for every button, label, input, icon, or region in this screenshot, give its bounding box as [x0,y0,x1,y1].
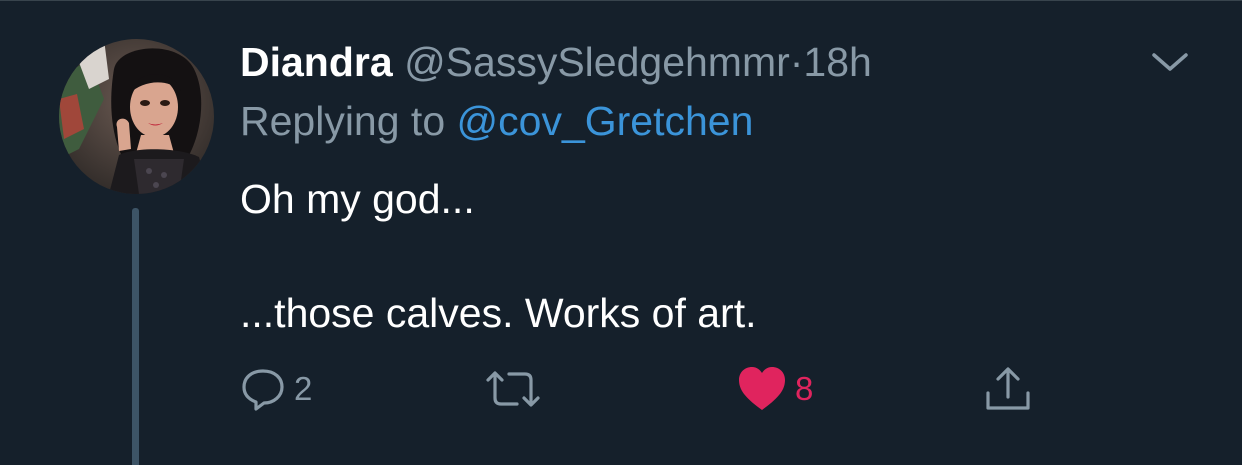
author-name[interactable]: Diandra [240,39,393,85]
tweet-header: Diandra @SassySledgehmmr·18h [240,37,872,87]
chevron-down-icon [1152,53,1188,71]
replying-to-handle[interactable]: @cov_Gretchen [457,98,754,144]
like-count: 8 [795,370,814,407]
like-button[interactable]: 8 [737,363,813,415]
retweet-button[interactable] [484,363,550,415]
reply-icon [242,369,284,411]
tweet-time[interactable]: 18h [803,39,871,85]
more-options-button[interactable] [1148,47,1192,77]
avatar[interactable] [59,39,214,194]
retweet-icon [486,371,540,407]
replying-to: Replying to @cov_Gretchen [240,96,753,146]
tweet-text-line: Oh my god... [240,176,475,222]
tweet[interactable]: Diandra @SassySledgehmmr·18h Replying to… [0,0,1242,465]
thread-line [132,208,139,465]
reply-button[interactable]: 2 [240,363,312,415]
replying-to-label: Replying to [240,98,446,144]
share-icon [986,367,1030,410]
meta-separator: · [789,39,804,85]
tweet-text: Oh my god... ...those calves. Works of a… [240,171,1200,342]
tweet-text-line: ...those calves. Works of art. [240,290,757,336]
heart-icon [739,367,785,410]
reply-count: 2 [294,370,313,407]
author-handle[interactable]: @SassySledgehmmr [404,39,790,85]
share-button[interactable] [984,363,1032,415]
